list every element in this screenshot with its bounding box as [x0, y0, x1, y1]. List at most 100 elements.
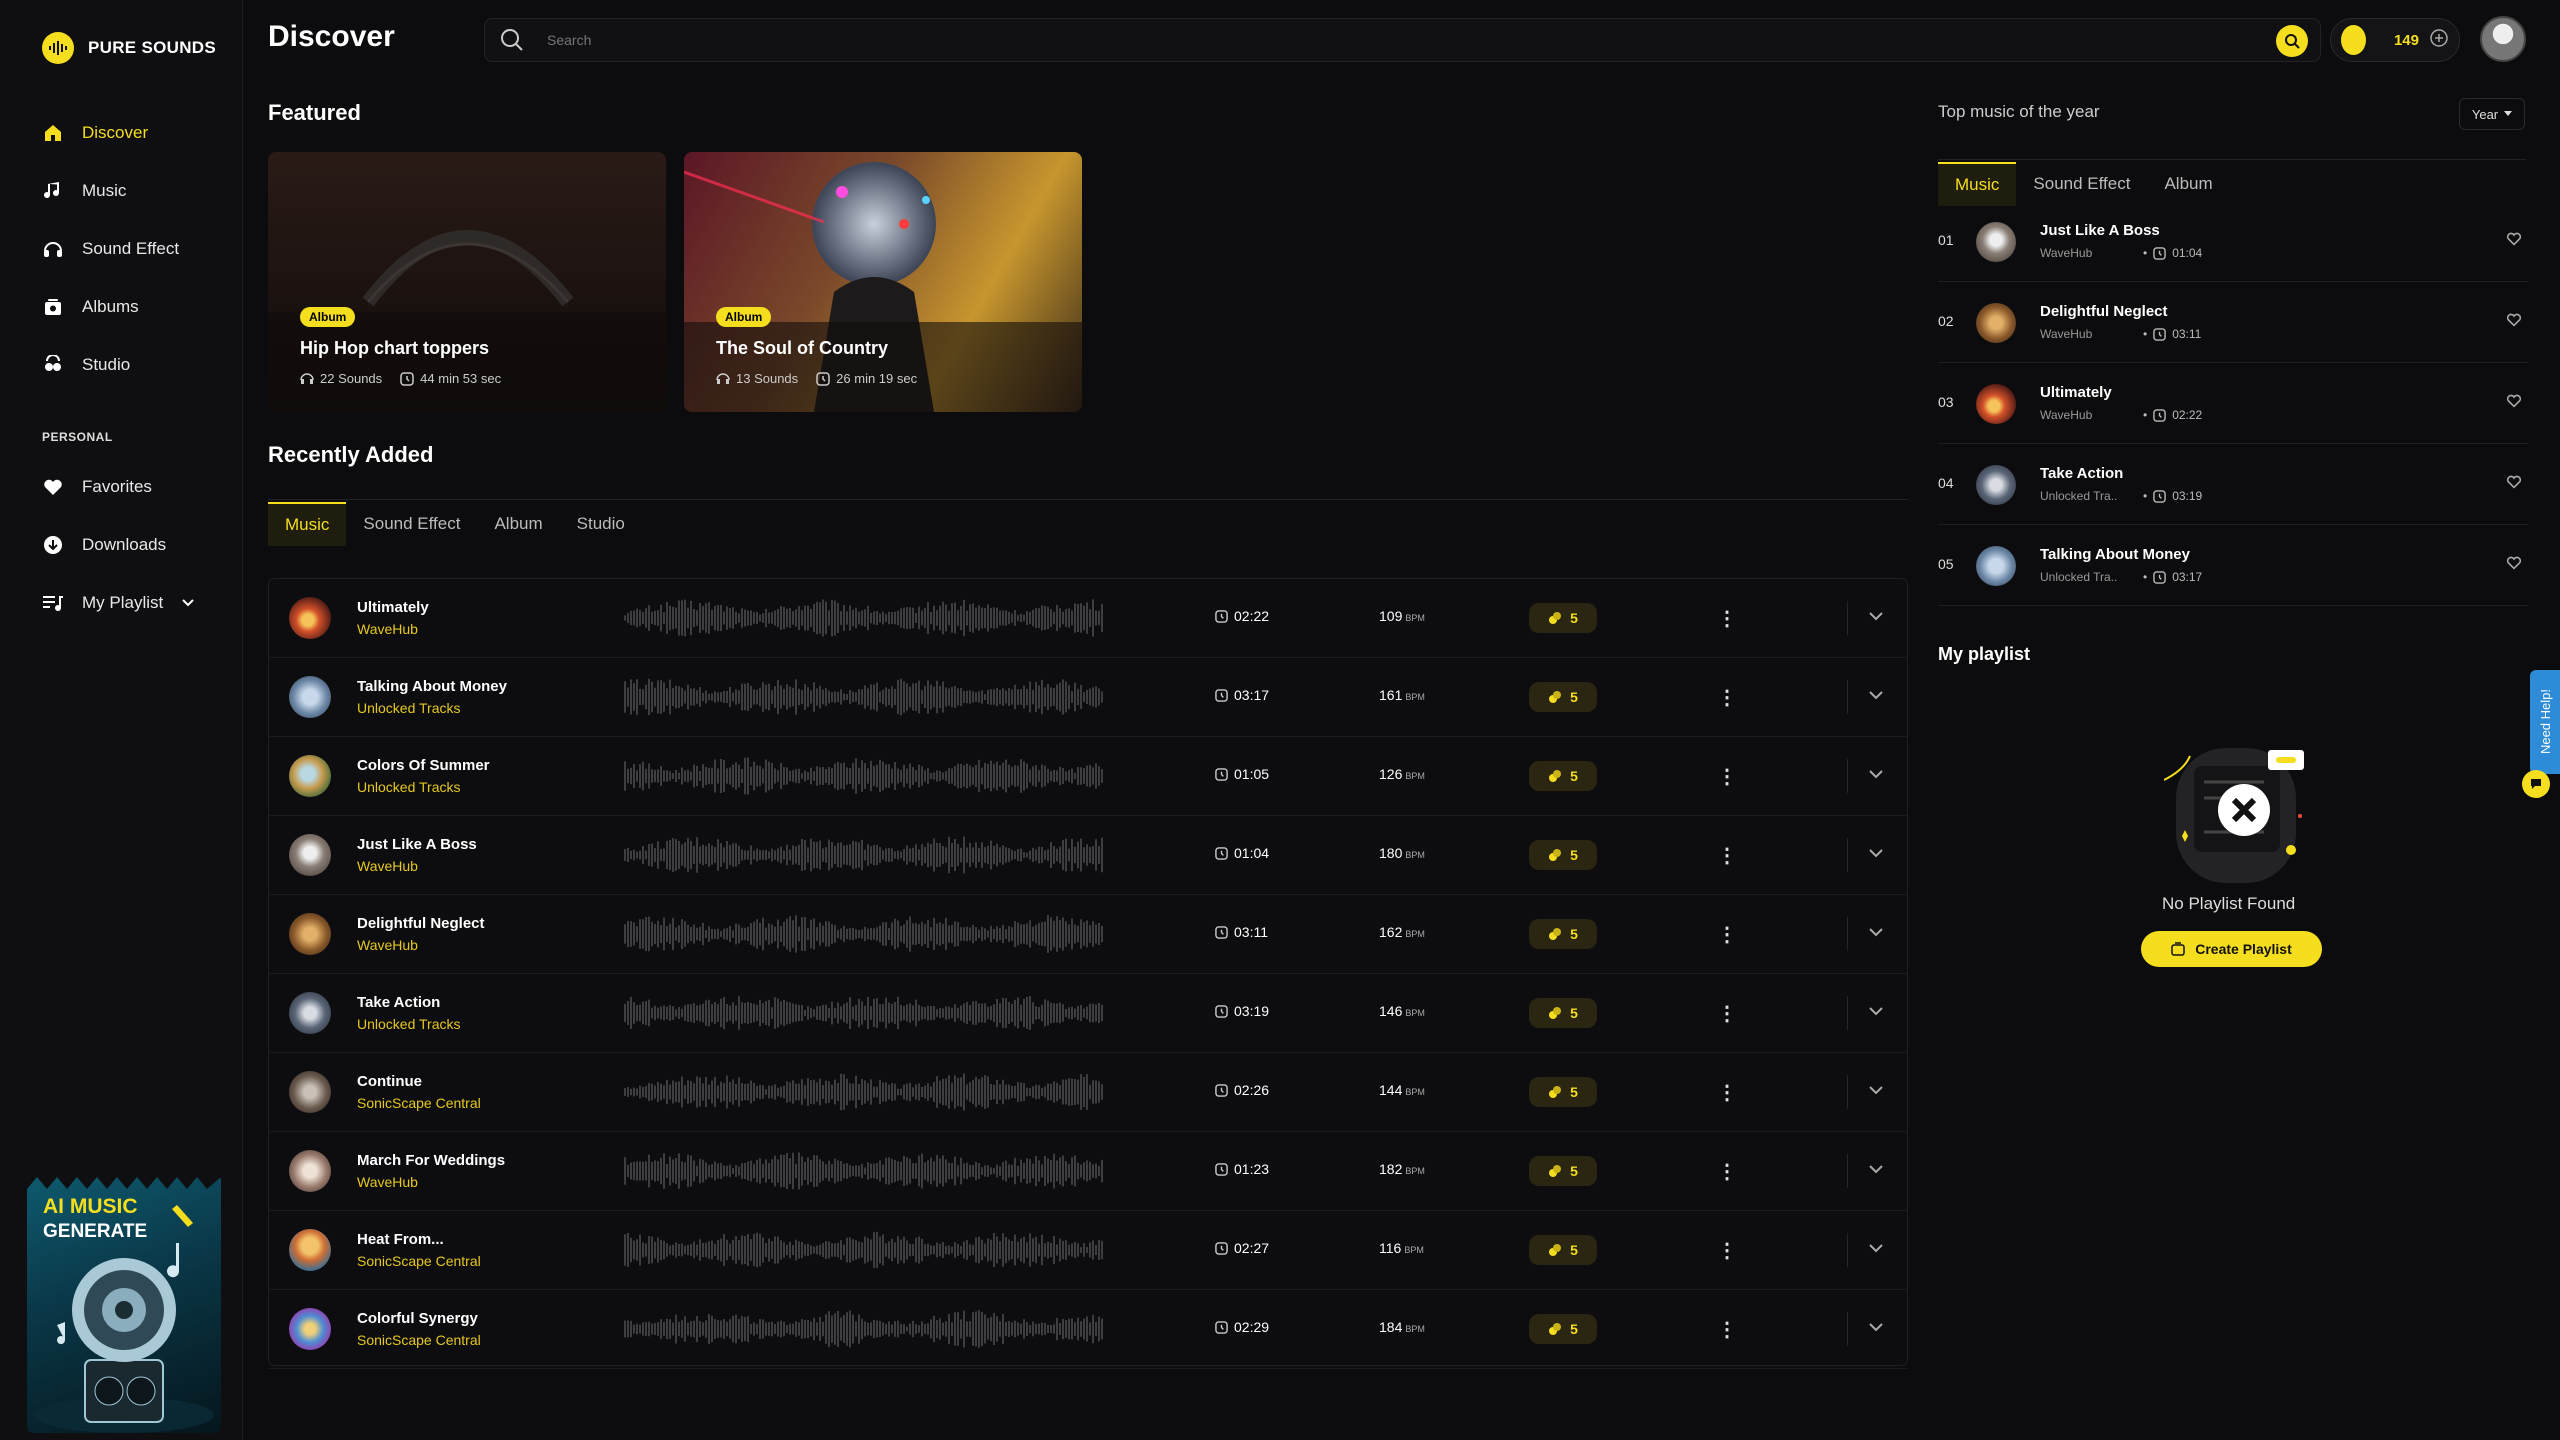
- chevron-down-icon[interactable]: [181, 593, 195, 613]
- chevron-down-icon[interactable]: [1867, 844, 1885, 862]
- chevron-down-icon[interactable]: [1867, 607, 1885, 625]
- track-waveform[interactable]: [624, 598, 1104, 638]
- track-artist[interactable]: SonicScape Central: [357, 1095, 481, 1111]
- track-thumbnail[interactable]: [289, 834, 331, 876]
- track-row[interactable]: Colors Of Summer Unlocked Tracks 01:05 126 B…: [269, 737, 1907, 816]
- need-help-tab[interactable]: Need Help!: [2530, 670, 2560, 774]
- more-options-icon[interactable]: ⋮: [1717, 685, 1737, 709]
- chevron-down-icon[interactable]: [1867, 686, 1885, 704]
- track-artist[interactable]: WaveHub: [2040, 327, 2092, 341]
- track-thumbnail[interactable]: [289, 992, 331, 1034]
- track-row[interactable]: March For Weddings WaveHub 01:23 182 BPM 5 ⋮: [269, 1132, 1907, 1211]
- track-row[interactable]: Just Like A Boss WaveHub 01:04 180 BPM 5 ⋮: [269, 816, 1907, 895]
- track-thumbnail[interactable]: [289, 755, 331, 797]
- track-credit-button[interactable]: 5: [1529, 1077, 1597, 1107]
- credits-balance[interactable]: 149: [2330, 18, 2460, 62]
- track-thumbnail[interactable]: [289, 1308, 331, 1350]
- track-title[interactable]: Delightful Neglect: [2040, 303, 2168, 320]
- top-track-row[interactable]: 05 Talking About Money Unlocked Tra.. • 03:1…: [1938, 526, 2528, 606]
- nav-item-albums[interactable]: Albums: [42, 278, 232, 336]
- track-thumbnail[interactable]: [289, 597, 331, 639]
- top-track-row[interactable]: 03 Ultimately WaveHub • 02:22: [1938, 364, 2528, 444]
- chevron-down-icon[interactable]: [1867, 765, 1885, 783]
- heart-icon[interactable]: [2506, 475, 2522, 489]
- tab-studio[interactable]: Studio: [560, 502, 642, 546]
- more-options-icon[interactable]: ⋮: [1717, 1159, 1737, 1183]
- track-thumbnail[interactable]: [289, 1150, 331, 1192]
- track-title[interactable]: Just Like A Boss: [357, 836, 477, 853]
- track-waveform[interactable]: [624, 1230, 1104, 1270]
- track-row[interactable]: Continue SonicScape Central 02:26 144 BPM 5 ⋮: [269, 1053, 1907, 1132]
- heart-icon[interactable]: [2506, 232, 2522, 246]
- more-options-icon[interactable]: ⋮: [1717, 843, 1737, 867]
- track-row[interactable]: Take Action Unlocked Tracks 03:19 146 BPM 5 ⋮: [269, 974, 1907, 1053]
- chevron-down-icon[interactable]: [1867, 923, 1885, 941]
- track-credit-button[interactable]: 5: [1529, 1156, 1597, 1186]
- search-submit-button[interactable]: [2276, 25, 2308, 57]
- add-credits-icon[interactable]: [2429, 28, 2449, 53]
- tab-sound-effect[interactable]: Sound Effect: [2016, 162, 2147, 206]
- ai-music-promo-banner[interactable]: AI MUSIC GENERATE: [27, 1175, 221, 1433]
- track-waveform[interactable]: [624, 1309, 1104, 1349]
- search-input[interactable]: [547, 19, 2147, 61]
- track-artist[interactable]: WaveHub: [357, 1174, 418, 1190]
- track-thumbnail[interactable]: [1976, 384, 2016, 424]
- track-credit-button[interactable]: 5: [1529, 1314, 1597, 1344]
- track-artist[interactable]: Unlocked Tracks: [357, 1016, 460, 1032]
- more-options-icon[interactable]: ⋮: [1717, 764, 1737, 788]
- track-waveform[interactable]: [624, 1072, 1104, 1112]
- track-title[interactable]: Heat From...: [357, 1231, 444, 1248]
- brand-logo[interactable]: PURE SOUNDS: [42, 32, 216, 64]
- track-thumbnail[interactable]: [1976, 546, 2016, 586]
- chevron-down-icon[interactable]: [1867, 1160, 1885, 1178]
- top-track-row[interactable]: 02 Delightful Neglect WaveHub • 03:11: [1938, 283, 2528, 363]
- top-track-row[interactable]: 04 Take Action Unlocked Tra.. • 03:19: [1938, 445, 2528, 525]
- track-artist[interactable]: WaveHub: [357, 621, 418, 637]
- chevron-down-icon[interactable]: [1867, 1002, 1885, 1020]
- tab-album[interactable]: Album: [2147, 162, 2229, 206]
- track-artist[interactable]: WaveHub: [2040, 408, 2092, 422]
- chat-bubble-icon[interactable]: [2522, 770, 2550, 798]
- track-thumbnail[interactable]: [1976, 222, 2016, 262]
- track-title[interactable]: Ultimately: [2040, 384, 2112, 401]
- track-credit-button[interactable]: 5: [1529, 761, 1597, 791]
- nav-item-favorites[interactable]: Favorites: [42, 458, 232, 516]
- heart-icon[interactable]: [2506, 313, 2522, 327]
- more-options-icon[interactable]: ⋮: [1717, 1238, 1737, 1262]
- track-credit-button[interactable]: 5: [1529, 1235, 1597, 1265]
- track-title[interactable]: Take Action: [2040, 465, 2123, 482]
- tab-album[interactable]: Album: [477, 502, 559, 546]
- tab-sound-effect[interactable]: Sound Effect: [346, 502, 477, 546]
- featured-card[interactable]: Album The Soul of Country 13 Sounds 26 m…: [684, 152, 1082, 412]
- more-options-icon[interactable]: ⋮: [1717, 922, 1737, 946]
- nav-item-studio[interactable]: Studio: [42, 336, 232, 394]
- track-title[interactable]: Colors Of Summer: [357, 757, 490, 774]
- track-artist[interactable]: Unlocked Tra..: [2040, 489, 2117, 503]
- track-title[interactable]: Continue: [357, 1073, 422, 1090]
- track-credit-button[interactable]: 5: [1529, 682, 1597, 712]
- nav-item-downloads[interactable]: Downloads: [42, 516, 232, 574]
- track-thumbnail[interactable]: [289, 1071, 331, 1113]
- track-credit-button[interactable]: 5: [1529, 603, 1597, 633]
- track-row[interactable]: Delightful Neglect WaveHub 03:11 162 BPM 5 ⋮: [269, 895, 1907, 974]
- track-artist[interactable]: WaveHub: [357, 937, 418, 953]
- tab-music[interactable]: Music: [268, 502, 347, 546]
- track-credit-button[interactable]: 5: [1529, 919, 1597, 949]
- nav-item-sound-effect[interactable]: Sound Effect: [42, 220, 232, 278]
- track-thumbnail[interactable]: [1976, 465, 2016, 505]
- nav-item-music[interactable]: Music: [42, 162, 232, 220]
- featured-card[interactable]: Album Hip Hop chart toppers 22 Sounds 44…: [268, 152, 666, 412]
- track-thumbnail[interactable]: [1976, 303, 2016, 343]
- track-credit-button[interactable]: 5: [1529, 840, 1597, 870]
- track-waveform[interactable]: [624, 835, 1104, 875]
- track-thumbnail[interactable]: [289, 913, 331, 955]
- track-row[interactable]: Colorful Synergy SonicScape Central 02:29 1…: [269, 1290, 1907, 1369]
- track-waveform[interactable]: [624, 993, 1104, 1033]
- year-filter-dropdown[interactable]: Year: [2459, 98, 2525, 130]
- create-playlist-button[interactable]: Create Playlist: [2141, 931, 2322, 967]
- track-thumbnail[interactable]: [289, 1229, 331, 1271]
- track-artist[interactable]: SonicScape Central: [357, 1332, 481, 1348]
- track-waveform[interactable]: [624, 1151, 1104, 1191]
- track-credit-button[interactable]: 5: [1529, 998, 1597, 1028]
- heart-icon[interactable]: [2506, 556, 2522, 570]
